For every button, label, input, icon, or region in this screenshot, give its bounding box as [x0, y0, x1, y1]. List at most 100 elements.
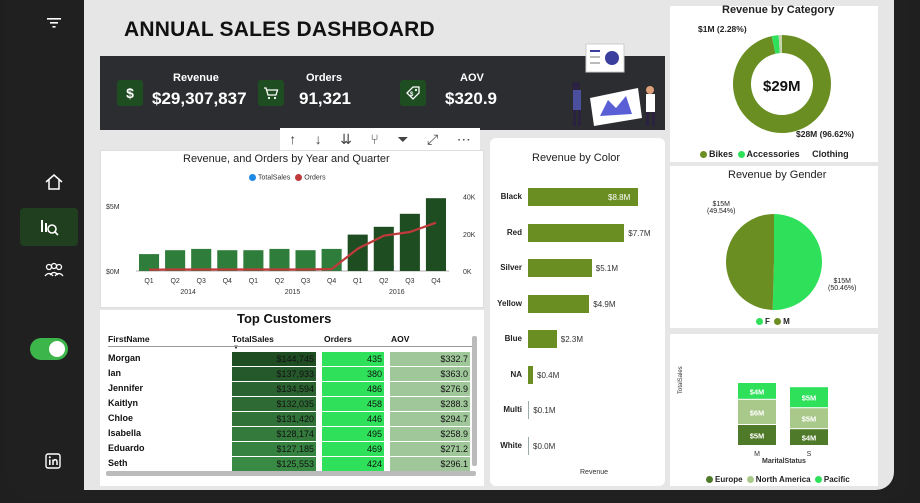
header-divider — [108, 346, 472, 347]
customer-name: Ian — [108, 368, 122, 378]
sales-bar — [399, 213, 420, 271]
quarter-tick: Q1 — [144, 278, 153, 285]
focus-mode-icon[interactable]: ⤢ — [427, 131, 438, 148]
category-center-value: $29M — [763, 78, 801, 95]
color-bar[interactable] — [528, 330, 557, 348]
customer-name: Isabella — [108, 428, 142, 438]
color-bar[interactable] — [528, 365, 533, 384]
table-row[interactable]: Isabella $128,174 495 $258.9 — [108, 427, 470, 441]
customer-name: Chloe — [108, 413, 134, 423]
gender-label-left: $15M (49.54%) — [707, 201, 735, 215]
segment-label: $6M — [750, 408, 765, 417]
col-firstname[interactable]: FirstName — [108, 334, 150, 344]
color-bar-value: $7.7M — [628, 228, 651, 238]
kpi-band: $ Revenue $29,307,837 Orders 91,321 $ AO… — [100, 43, 665, 130]
filter-icon[interactable] — [40, 12, 68, 34]
region-legend: Europe North America Pacific — [706, 475, 850, 484]
legend-m: M — [783, 317, 790, 326]
gender-right-pct: (50.46%) — [828, 285, 857, 292]
drill-up-icon[interactable]: ↑ — [289, 131, 296, 147]
customer-sales: $137,933 — [232, 367, 316, 381]
sales-bar — [373, 226, 394, 271]
customer-aov: $258.9 — [390, 427, 470, 441]
people-icon[interactable] — [40, 258, 68, 282]
top-customers-title: Top Customers — [237, 311, 332, 326]
theme-toggle[interactable] — [30, 338, 68, 360]
table-vscrollbar[interactable] — [472, 336, 477, 466]
color-bar-label: White — [500, 440, 522, 450]
category-slice — [771, 35, 781, 54]
segment-label: $5M — [750, 432, 765, 441]
col-totalsales[interactable]: TotalSales — [232, 334, 274, 344]
marital-xlabel: MaritalStatus — [762, 458, 806, 465]
segment-label: $5M — [802, 394, 817, 403]
filter-funnel-icon[interactable]: ⏷ — [397, 131, 408, 148]
col-orders[interactable]: Orders — [324, 334, 352, 344]
segment-label: $5M — [802, 415, 817, 424]
customer-name: Eduardo — [108, 443, 145, 453]
revenue-by-category-panel[interactable]: Revenue by Category $29M $1M (2.28%) $28… — [670, 4, 878, 162]
dollar-icon: $ — [117, 80, 143, 106]
color-bar[interactable] — [528, 259, 592, 277]
customer-sales: $132,035 — [232, 397, 316, 411]
expand-all-icon[interactable]: ⇊ — [340, 131, 352, 148]
color-bar[interactable] — [528, 436, 529, 455]
kpi-aov-label: AOV — [460, 72, 484, 84]
legend-f: F — [765, 317, 770, 326]
table-row[interactable]: Chloe $131,420 446 $294.7 — [108, 412, 470, 426]
legend-clothing: Clothing — [812, 149, 849, 159]
color-bar-label: Black — [500, 192, 522, 201]
revenue-by-gender-panel[interactable]: Revenue by Gender $15M (49.54%) $15M (50… — [670, 166, 878, 328]
quarter-tick: Q4 — [327, 278, 336, 285]
color-bar[interactable] — [528, 401, 530, 419]
year-tick: 2015 — [285, 289, 301, 296]
customer-name: Jennifer — [108, 383, 144, 393]
customer-orders: 435 — [322, 352, 384, 366]
drill-down-icon[interactable]: ↓ — [315, 131, 322, 147]
customer-sales: $131,420 — [232, 412, 316, 426]
color-bar[interactable] — [528, 294, 590, 313]
table-row[interactable]: Eduardo $127,185 469 $271.2 — [108, 442, 470, 456]
col-aov[interactable]: AOV — [391, 334, 409, 344]
linkedin-icon[interactable] — [42, 450, 64, 472]
color-bar-label: Blue — [504, 334, 522, 343]
color-bar[interactable] — [528, 223, 625, 242]
gender-legend: F M — [756, 317, 790, 326]
table-row[interactable]: Ian $137,933 380 $363.0 — [108, 367, 470, 381]
more-options-icon[interactable]: ⋯ — [457, 131, 471, 148]
tag-icon: $ — [400, 80, 426, 106]
legend-pacific: Pacific — [823, 475, 850, 484]
top-customers-panel[interactable]: Top Customers FirstName TotalSales ▼ Ord… — [100, 310, 484, 486]
quarter-tick: Q3 — [405, 278, 414, 285]
color-bar-label: Red — [506, 227, 522, 237]
customer-aov: $276.9 — [390, 382, 470, 396]
color-bar-label: Multi — [503, 405, 522, 414]
marital-status-panel[interactable]: TotalSales $5M $6M $4M M $4M $5M $5M S MaritalS… — [670, 334, 878, 486]
table-row[interactable]: Jennifer $134,594 486 $276.9 — [108, 382, 470, 396]
table-hscrollbar[interactable] — [106, 471, 476, 476]
analytics-icon[interactable] — [20, 208, 78, 246]
customer-name: Morgan — [108, 353, 141, 363]
gender-label-right: $15M (50.46%) — [828, 278, 856, 292]
quarter-tick: Q2 — [170, 278, 179, 285]
home-icon[interactable] — [40, 170, 68, 194]
sales-bar — [243, 250, 264, 271]
color-bar-label: NA — [510, 369, 522, 379]
sales-bar — [295, 250, 316, 271]
customer-orders: 424 — [322, 457, 384, 471]
combo-chart-panel[interactable]: Revenue, and Orders by Year and Quarter … — [100, 150, 484, 308]
left-tick: $0M — [106, 269, 120, 276]
page-title: ANNUAL SALES DASHBOARD — [124, 18, 435, 41]
table-row[interactable]: Seth $125,553 424 $296.1 — [108, 457, 470, 471]
sales-bar — [269, 248, 290, 271]
table-row[interactable]: Kaitlyn $132,035 458 $288.3 — [108, 397, 470, 411]
color-bar-value: $4.9M — [593, 299, 616, 309]
quarter-tick: Q3 — [301, 278, 310, 285]
revenue-by-color-panel[interactable]: Revenue by Color Black $8.8M Red $7.7M Silve… — [490, 138, 665, 486]
table-row[interactable]: Morgan $144,745 435 $332.7 — [108, 352, 470, 366]
sidebar — [0, 0, 84, 503]
quarter-tick: Q2 — [379, 278, 388, 285]
drill-hierarchy-icon[interactable]: ⑂ — [370, 131, 378, 147]
segment-label: $4M — [750, 387, 765, 396]
category-legend: Bikes Accessories Clothing — [700, 149, 849, 159]
